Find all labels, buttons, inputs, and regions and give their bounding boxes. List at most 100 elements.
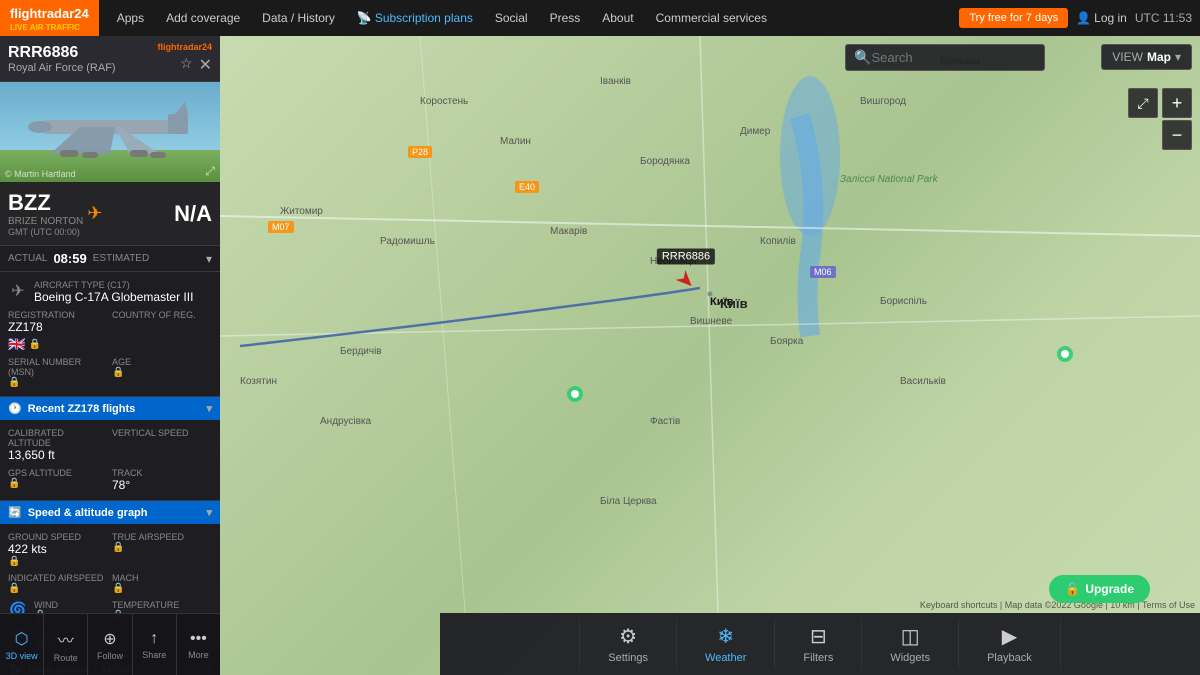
nav-subscription[interactable]: 📡 Subscription plans (347, 0, 483, 36)
serial-label: SERIAL NUMBER (MSN) (8, 357, 108, 377)
gps-alt-col: GPS ALTITUDE 🔒 (8, 468, 108, 492)
toolbar-playback[interactable]: ▶ Playback (959, 618, 1061, 670)
nav-apps[interactable]: Apps (107, 0, 154, 36)
nav-about[interactable]: About (592, 0, 643, 36)
serial-row: SERIAL NUMBER (MSN) 🔒 AGE 🔒 (8, 357, 212, 388)
nav-commercial[interactable]: Commercial services (646, 0, 777, 36)
nav-add-coverage[interactable]: Add coverage (156, 0, 250, 36)
cal-alt-col: CALIBRATED ALTITUDE 13,650 ft (8, 428, 108, 462)
logo[interactable]: flightradar24 LIVE AIR TRAFFIC (0, 0, 99, 36)
speed-row: GROUND SPEED 422 kts 🔒 TRUE AIRSPEED 🔒 (8, 532, 212, 567)
search-input[interactable] (871, 50, 1011, 65)
estimated-label: ESTIMATED (93, 253, 149, 264)
toolbar-filters[interactable]: ⊟ Filters (775, 618, 862, 670)
fr24-logo: flightradar24 (157, 42, 212, 52)
mach-col: MACH 🔒 (112, 573, 212, 594)
try-free-button[interactable]: Try free for 7 days (959, 8, 1068, 28)
lock-icon-4: 🔒 (8, 478, 108, 489)
origin-code: BZZ (8, 190, 83, 216)
lock-icon-6: 🔒 (112, 542, 212, 553)
cal-alt-value: 13,650 ft (8, 448, 108, 462)
registration-label: REGISTRATION (8, 310, 108, 320)
toolbar-settings[interactable]: ⚙ Settings (579, 618, 677, 670)
road-m07: М07 (268, 221, 294, 233)
bnav-3d-view[interactable]: ⬡ 3D view (0, 614, 44, 675)
weather-icon: ❄ (717, 624, 734, 649)
widgets-icon: ◫ (901, 624, 920, 649)
nav-items: Apps Add coverage Data / History 📡 Subsc… (99, 0, 960, 36)
aircraft-type-row: ✈ AIRCRAFT TYPE (C17) Boeing C-17A Globe… (8, 280, 212, 304)
registration-row: REGISTRATION ZZ178 🇬🇧 🔒 COUNTRY OF REG. (8, 310, 212, 353)
user-icon: 👤 (1076, 11, 1091, 25)
search-bar[interactable]: 🔍 (845, 44, 1045, 71)
aircraft-type-value: Boeing C-17A Globemaster III (34, 290, 212, 304)
route-icon: 〰 (58, 627, 74, 651)
recent-flights-chevron: ▾ (206, 402, 212, 415)
utc-time: UTC 11:53 (1135, 11, 1192, 25)
login-button[interactable]: 👤 Log in (1076, 11, 1127, 25)
vert-speed-label: VERTICAL SPEED (112, 428, 212, 438)
bnav-share[interactable]: ↑ Share (133, 614, 177, 675)
nav-right: Try free for 7 days 👤 Log in UTC 11:53 (959, 8, 1200, 28)
registration-value: ZZ178 (8, 320, 108, 334)
photo-expand-icon[interactable]: ⤢ (205, 164, 215, 179)
aircraft-image: © Martin Hartland ⤢ (0, 82, 220, 182)
wind-label: WIND (34, 600, 58, 610)
lock-icon-1: 🔒 (28, 339, 40, 350)
zoom-out-button[interactable]: − (1162, 120, 1192, 150)
time-chevron-icon[interactable]: ▾ (206, 252, 212, 266)
lock-icon-7: 🔒 (8, 583, 108, 594)
aircraft-info-section: ✈ AIRCRAFT TYPE (C17) Boeing C-17A Globe… (0, 272, 220, 397)
map-container[interactable]: Коростень Малин Іванків Бородянка Димер … (220, 36, 1200, 675)
lock-icon-8: 🔒 (112, 583, 212, 594)
playback-icon: ▶ (1002, 624, 1017, 649)
origin-time: GMT (UTC 00:00) (8, 227, 83, 237)
map-background: Коростень Малин Іванків Бородянка Димер … (220, 36, 1200, 675)
bnav-more[interactable]: ••• More (177, 614, 220, 675)
ground-speed-value: 422 kts (8, 542, 108, 556)
map-controls: + − (1162, 88, 1192, 150)
road-p28: Р28 (408, 146, 432, 158)
photo-credit: © Martin Hartland (5, 169, 76, 179)
aircraft-label: RRR6886 (657, 249, 715, 265)
nav-data-history[interactable]: Data / History (252, 0, 345, 36)
nav-press[interactable]: Press (540, 0, 591, 36)
close-icon[interactable]: ✕ (199, 55, 212, 75)
flight-airline: Royal Air Force (RAF) (8, 62, 116, 74)
ias-mach-row: INDICATED AIRSPEED 🔒 MACH 🔒 (8, 573, 212, 594)
top-navigation: flightradar24 LIVE AIR TRAFFIC Apps Add … (0, 0, 1200, 36)
view-map-button[interactable]: VIEW Map ▾ (1101, 44, 1192, 70)
flight-callsign: RRR6886 (8, 44, 116, 62)
flight-header: RRR6886 Royal Air Force (RAF) flightrada… (0, 36, 220, 82)
bnav-follow[interactable]: ⊕ Follow (88, 614, 132, 675)
upgrade-button[interactable]: 🔓 Upgrade (1049, 575, 1150, 603)
zoom-in-button[interactable]: + (1162, 88, 1192, 118)
aircraft-marker[interactable]: RRR6886 (676, 271, 696, 296)
track-value: 78° (112, 478, 212, 492)
time-row: ACTUAL 08:59 ESTIMATED ▾ (0, 246, 220, 272)
bnav-route[interactable]: 〰 Route (44, 614, 88, 675)
aircraft-type-label: AIRCRAFT TYPE (C17) (34, 280, 212, 290)
recent-flights-header[interactable]: 🕐 Recent ZZ178 flights ▾ (0, 397, 220, 420)
chevron-down-icon: ▾ (1175, 50, 1181, 64)
speed-graph-header[interactable]: 🔄 Speed & altitude graph ▾ (0, 501, 220, 524)
toolbar-widgets[interactable]: ◫ Widgets (862, 618, 959, 670)
more-icon: ••• (190, 630, 207, 648)
gps-alt-label: GPS ALTITUDE (8, 468, 108, 478)
fullscreen-button[interactable]: ⤢ (1128, 88, 1158, 118)
bottom-nav: ⬡ 3D view 〰 Route ⊕ Follow ↑ Share ••• M… (0, 613, 220, 675)
star-icon[interactable]: ☆ (180, 55, 193, 75)
ias-label: INDICATED AIRSPEED (8, 573, 108, 583)
age-col: AGE 🔒 (112, 357, 212, 388)
left-panel: RRR6886 Royal Air Force (RAF) flightrada… (0, 36, 220, 675)
nav-social[interactable]: Social (485, 0, 538, 36)
serial-col: SERIAL NUMBER (MSN) 🔒 (8, 357, 108, 388)
ground-speed-col: GROUND SPEED 422 kts 🔒 (8, 532, 108, 567)
toolbar-weather[interactable]: ❄ Weather (677, 618, 775, 670)
altitude-row: CALIBRATED ALTITUDE 13,650 ft VERTICAL S… (8, 428, 212, 462)
country-label: COUNTRY OF REG. (112, 310, 212, 320)
altitude-section: CALIBRATED ALTITUDE 13,650 ft VERTICAL S… (0, 420, 220, 501)
speed-icon: 🔄 (8, 506, 22, 519)
route-arrow-icon: ✈ (87, 203, 102, 224)
track-label: TRACK (112, 468, 212, 478)
